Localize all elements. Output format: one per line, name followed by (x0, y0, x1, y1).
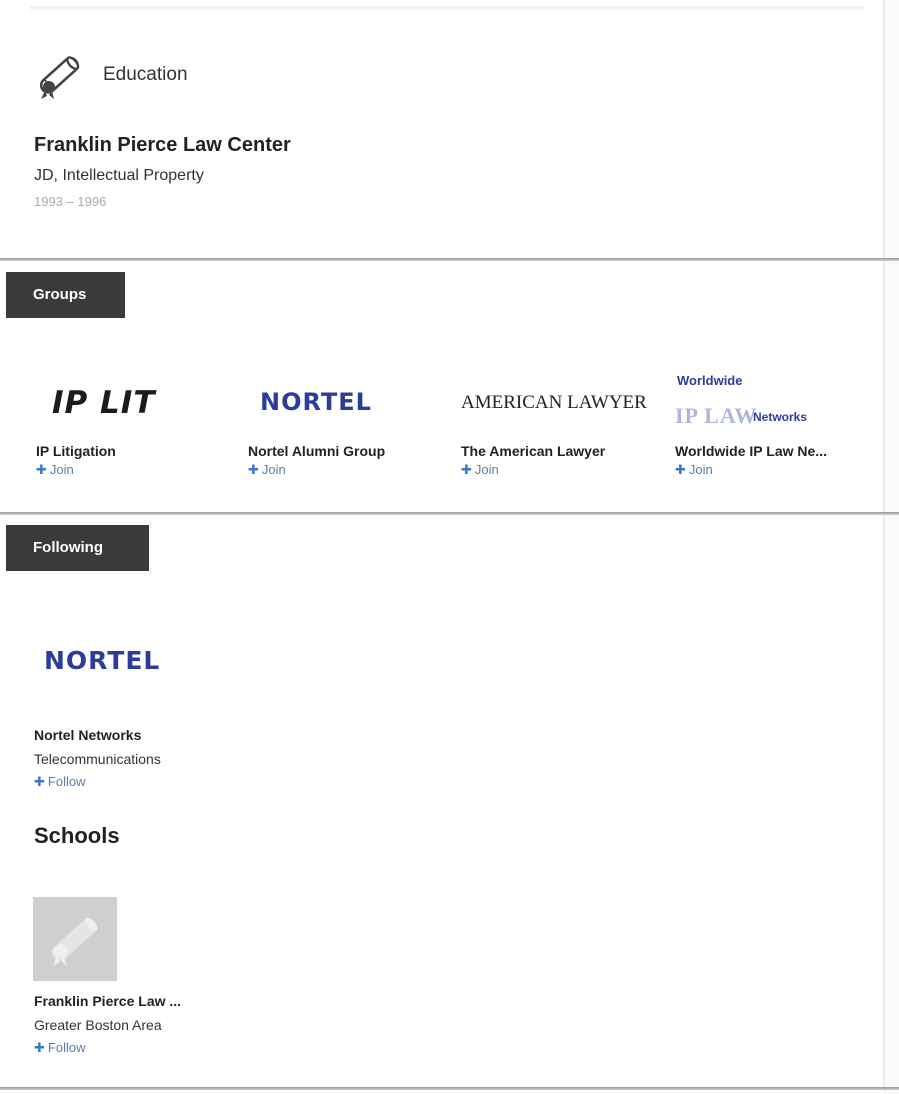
plus-icon: ✚ (34, 1040, 45, 1055)
right-edge (884, 0, 899, 1094)
group-name[interactable]: IP Litigation (36, 443, 236, 459)
follow-link[interactable]: ✚ Follow (34, 1040, 85, 1056)
join-link[interactable]: ✚ Join (675, 462, 875, 478)
plus-icon: ✚ (36, 462, 47, 477)
school-location: Greater Boston Area (34, 1017, 162, 1033)
group-logo-nortel[interactable]: NORTEL (248, 375, 448, 437)
tab-groups: Groups (6, 272, 125, 318)
join-label: Join (49, 462, 74, 477)
group-name[interactable]: Nortel Alumni Group (248, 443, 448, 459)
section-title-education: Education (103, 64, 188, 85)
join-label: Join (688, 462, 713, 477)
group-logo-american-lawyer[interactable]: AMERICAN LAWYER (461, 375, 661, 437)
plus-icon: ✚ (675, 462, 686, 477)
divider (0, 1087, 899, 1090)
follow-label: Follow (47, 774, 86, 789)
logo-text-line: Networks (753, 410, 808, 424)
join-link[interactable]: ✚ Join (36, 462, 236, 478)
plus-icon: ✚ (461, 462, 472, 477)
join-label: Join (261, 462, 286, 477)
group-card: AMERICAN LAWYER The American Lawyer ✚ Joi… (461, 375, 661, 478)
tab-following: Following (6, 525, 149, 571)
group-logo-ip-lit[interactable]: IP LIT (36, 375, 236, 437)
plus-icon: ✚ (34, 774, 45, 789)
degree: JD, Intellectual Property (34, 167, 204, 184)
group-card: IP LIT IP Litigation ✚ Join (36, 375, 236, 478)
group-name[interactable]: The American Lawyer (461, 443, 661, 459)
diploma-icon (32, 50, 88, 100)
follow-link[interactable]: ✚ Follow (34, 774, 85, 790)
company-name[interactable]: Nortel Networks (34, 727, 141, 743)
join-label: Join (474, 462, 499, 477)
school-name[interactable]: Franklin Pierce Law ... (34, 993, 181, 1009)
school-name[interactable]: Franklin Pierce Law Center (34, 134, 291, 157)
school-logo-placeholder[interactable] (33, 897, 117, 981)
top-shadow (30, 6, 865, 12)
plus-icon: ✚ (248, 462, 259, 477)
group-card: NORTEL Nortel Alumni Group ✚ Join (248, 375, 448, 478)
diploma-icon (52, 917, 98, 966)
group-card: Worldwide IP LAW Networks Worldwide IP L… (675, 373, 875, 478)
group-logo-worldwide-ip-law[interactable]: Worldwide IP LAW Networks (675, 373, 875, 437)
follow-label: Follow (47, 1040, 86, 1055)
logo-text-line: IP LAW (675, 403, 758, 428)
group-name[interactable]: Worldwide IP Law Ne... (675, 443, 875, 459)
dates: 1993 – 1996 (34, 194, 107, 209)
schools-heading: Schools (34, 823, 120, 848)
join-link[interactable]: ✚ Join (248, 462, 448, 478)
logo-text-line: Worldwide (677, 373, 743, 388)
join-link[interactable]: ✚ Join (461, 462, 661, 478)
company-logo-nortel[interactable]: NORTEL (44, 646, 160, 675)
company-industry: Telecommunications (34, 751, 161, 767)
education-section: Education Franklin Pierce Law Center JD,… (0, 0, 884, 258)
